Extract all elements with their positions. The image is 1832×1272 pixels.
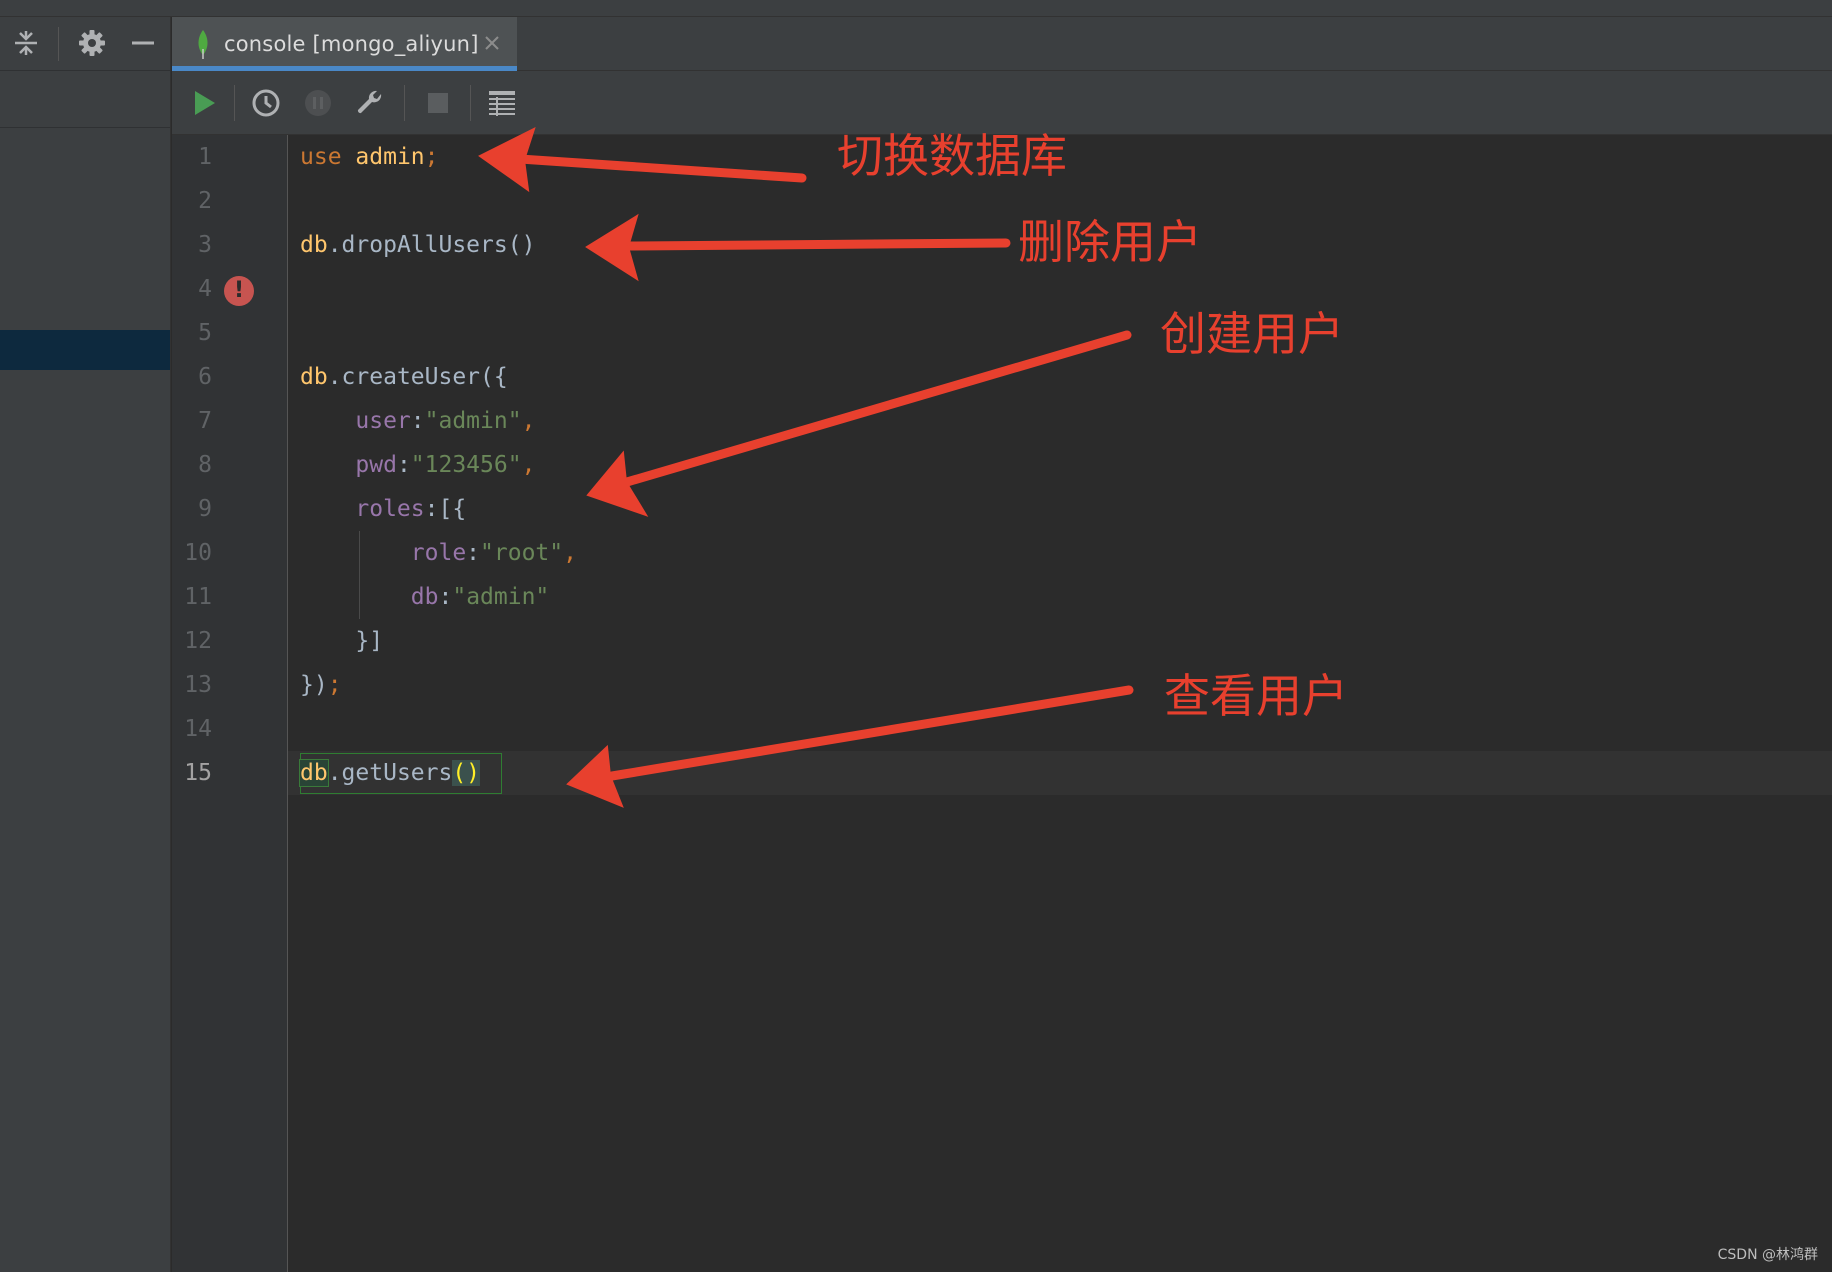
property: user	[355, 408, 411, 434]
string: "admin"	[424, 408, 522, 434]
gutter-divider	[287, 135, 288, 1272]
selected-tree-item[interactable]	[0, 330, 170, 370]
code-line-13: });	[300, 663, 342, 707]
property: db	[410, 584, 439, 610]
line-number: 14	[184, 716, 212, 742]
collapse-all-icon[interactable]	[10, 27, 42, 59]
left-panel-toolbar	[0, 17, 170, 71]
ide-window: console [mongo_aliyun] 1 2 3 4 5 6 7 8 9…	[0, 0, 1832, 1272]
annotation-drop-users: 删除用户	[1018, 215, 1202, 269]
wrench-icon[interactable]	[352, 85, 388, 121]
punctuation: }]	[355, 628, 384, 654]
line-number: 9	[198, 496, 212, 522]
annotation-create-user: 创建用户	[1160, 307, 1344, 361]
error-icon[interactable]: !	[224, 276, 254, 306]
line-number: 12	[184, 628, 212, 654]
history-icon[interactable]	[248, 85, 284, 121]
semicolon: ;	[424, 144, 439, 170]
code-line-9: roles:[{	[300, 487, 466, 531]
window-top-strip	[0, 0, 1832, 17]
code-line-3: db.dropAllUsers()	[300, 223, 535, 267]
editor-tab-bar: console [mongo_aliyun]	[172, 17, 1832, 71]
left-panel-row	[0, 71, 170, 128]
method-call: .dropAllUsers()	[327, 232, 536, 258]
line-number-current: 15	[184, 760, 212, 786]
code-line-11: db:"admin"	[300, 575, 550, 619]
current-line-highlight	[288, 751, 1832, 795]
line-number: 5	[198, 320, 212, 346]
string: "admin"	[452, 584, 550, 610]
left-panel	[0, 17, 171, 1272]
line-number: 4	[198, 276, 212, 302]
toolbar-separator	[58, 27, 59, 61]
code-line-1: use admin;	[300, 135, 439, 179]
line-number: 2	[198, 188, 212, 214]
colon: :	[438, 584, 453, 610]
line-number: 8	[198, 452, 212, 478]
db-object: db	[300, 364, 328, 390]
matched-parens: ()	[452, 760, 481, 786]
minimize-icon[interactable]	[127, 27, 159, 59]
identifier: admin	[355, 144, 425, 170]
method-call: .createUser({	[327, 364, 508, 390]
run-icon[interactable]	[186, 85, 222, 121]
comma: ,	[521, 452, 536, 478]
property: roles	[355, 496, 425, 522]
line-number: 3	[198, 232, 212, 258]
comma: ,	[563, 540, 577, 566]
string: "root"	[480, 540, 564, 566]
db-object: db	[300, 232, 328, 258]
line-gutter: 1 2 3 4 5 6 7 8 9 10 11 12 13 14 15 !	[172, 135, 287, 1272]
colon: :	[410, 408, 425, 434]
code-line-10: role:"root",	[300, 531, 577, 575]
annotation-view-users: 查看用户	[1164, 669, 1348, 723]
annotation-switch-db: 切换数据库	[837, 129, 1067, 183]
line-number: 13	[184, 672, 212, 698]
db-object: db	[299, 759, 329, 787]
keyword: use	[300, 144, 342, 170]
method-call: .getUsers	[327, 760, 453, 786]
code-line-12: }]	[300, 619, 383, 663]
punctuation: })	[300, 672, 328, 698]
line-number: 6	[198, 364, 212, 390]
punctuation: :[{	[424, 496, 467, 522]
comma: ,	[521, 408, 536, 434]
tab-label: console [mongo_aliyun]	[224, 32, 479, 56]
line-number: 10	[184, 540, 212, 566]
semicolon: ;	[327, 672, 342, 698]
string: "123456"	[410, 452, 522, 478]
line-number: 11	[184, 584, 212, 610]
code-line-8: pwd:"123456",	[300, 443, 535, 487]
tab-console[interactable]: console [mongo_aliyun]	[172, 17, 517, 71]
code-editor[interactable]: 1 2 3 4 5 6 7 8 9 10 11 12 13 14 15 ! us…	[172, 135, 1832, 1272]
toolbar-separator	[404, 85, 405, 121]
property: pwd	[355, 452, 397, 478]
code-line-15: db.getUsers()	[299, 751, 481, 795]
code-line-7: user:"admin",	[300, 399, 535, 443]
line-number: 7	[198, 408, 212, 434]
colon: :	[396, 452, 411, 478]
colon: :	[466, 540, 481, 566]
toolbar-separator	[470, 85, 471, 121]
mongodb-leaf-icon	[198, 30, 208, 59]
table-icon[interactable]	[484, 85, 520, 121]
stop-icon	[420, 85, 456, 121]
close-icon[interactable]	[481, 32, 503, 54]
watermark: CSDN @林鸿群	[1717, 1247, 1818, 1263]
toolbar-separator	[234, 85, 235, 121]
code-line-6: db.createUser({	[300, 355, 508, 399]
editor-toolbar	[172, 71, 1832, 135]
gear-icon[interactable]	[76, 27, 108, 59]
property: role	[410, 540, 467, 566]
line-number: 1	[198, 144, 212, 170]
pause-icon	[300, 85, 336, 121]
